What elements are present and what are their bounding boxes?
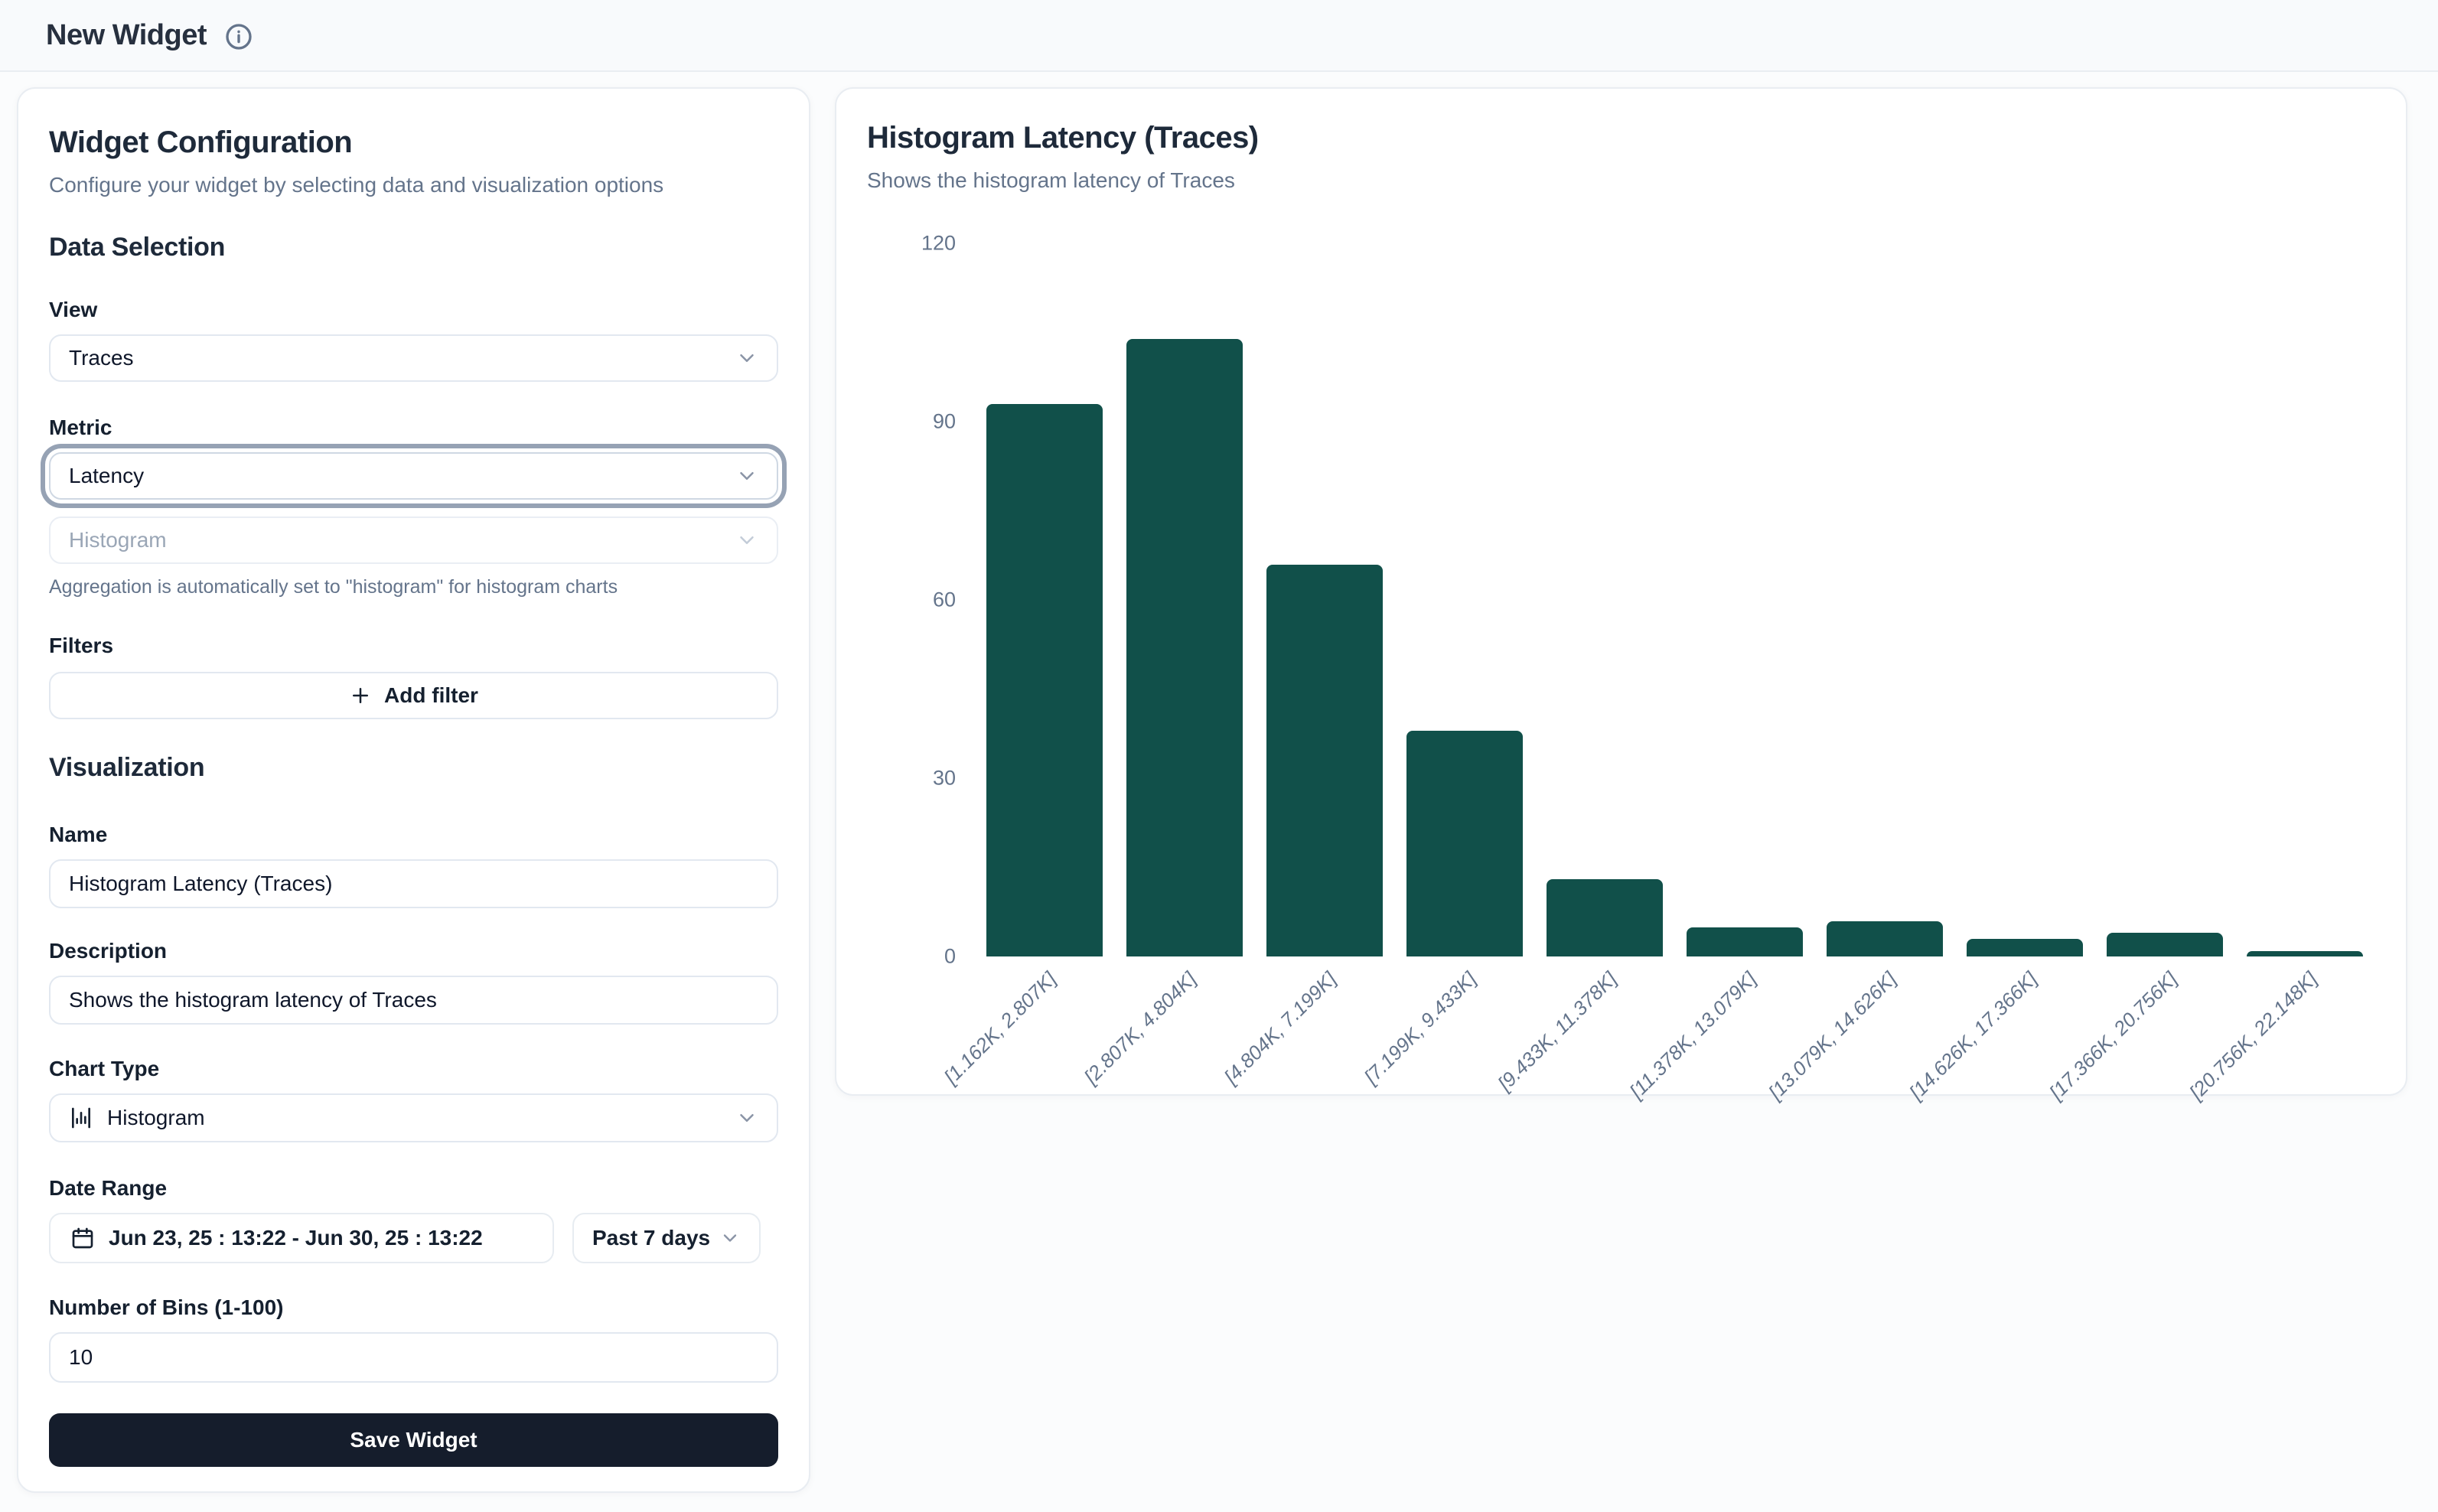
x-axis-labels: [1.162K, 2.807K][2.807K, 4.804K][4.804K,… <box>974 956 2375 1110</box>
histogram-plot: 0306090120 <box>974 243 2375 956</box>
visualization-heading: Visualization <box>49 753 778 783</box>
histogram-bar[interactable] <box>986 404 1103 956</box>
histogram-chart-icon <box>69 1106 93 1130</box>
name-input[interactable] <box>49 859 778 908</box>
x-axis-label-slot: [2.807K, 4.804K] <box>1114 956 1254 1110</box>
histogram-bar-slot <box>1815 243 1955 956</box>
aggregation-select: Histogram <box>49 516 778 564</box>
metric-label: Metric <box>49 415 778 440</box>
date-range-label: Date Range <box>49 1176 778 1201</box>
name-label: Name <box>49 823 778 847</box>
histogram-bar[interactable] <box>1547 879 1663 956</box>
x-axis-label-slot: [20.756K, 22.148K] <box>2235 956 2375 1110</box>
date-range-value: Jun 23, 25 : 13:22 - Jun 30, 25 : 13:22 <box>109 1226 483 1250</box>
histogram-chart: 0306090120 [1.162K, 2.807K][2.807K, 4.80… <box>882 243 2375 1110</box>
histogram-bar-slot <box>1955 243 2095 956</box>
y-axis-tick: 30 <box>933 767 956 790</box>
histogram-bar[interactable] <box>2107 933 2223 956</box>
x-axis-label: [1.162K, 2.807K] <box>940 967 1061 1089</box>
y-axis-tick: 0 <box>944 945 956 969</box>
data-selection-heading: Data Selection <box>49 233 778 262</box>
view-select-value: Traces <box>69 346 735 370</box>
histogram-bar[interactable] <box>1967 939 2083 956</box>
app-header: New Widget <box>0 0 2438 72</box>
chart-type-select[interactable]: Histogram <box>49 1093 778 1142</box>
chevron-down-icon <box>735 1106 758 1129</box>
date-preset-value: Past 7 days <box>592 1226 710 1250</box>
aggregation-select-value: Histogram <box>69 528 735 552</box>
filters-label: Filters <box>49 634 778 658</box>
histogram-bar-slot <box>1254 243 1394 956</box>
histogram-bar-slot <box>2095 243 2235 956</box>
histogram-bar[interactable] <box>1126 339 1243 957</box>
chevron-down-icon <box>719 1227 741 1249</box>
x-axis-label-slot: [4.804K, 7.199K] <box>1254 956 1394 1110</box>
chevron-down-icon <box>735 529 758 552</box>
y-axis-tick: 60 <box>933 588 956 612</box>
date-preset-button[interactable]: Past 7 days <box>572 1213 761 1263</box>
histogram-bar-slot <box>1534 243 1674 956</box>
plus-icon <box>349 684 372 707</box>
add-filter-label: Add filter <box>384 683 478 708</box>
metric-select[interactable]: Latency <box>49 452 778 500</box>
histogram-bar-slot <box>1674 243 1814 956</box>
metric-select-value: Latency <box>69 464 735 488</box>
aggregation-helper-text: Aggregation is automatically set to "his… <box>49 576 778 598</box>
widget-configuration-panel: Widget Configuration Configure your widg… <box>17 87 810 1493</box>
calendar-icon <box>70 1226 95 1250</box>
description-input[interactable] <box>49 976 778 1025</box>
chevron-down-icon <box>735 347 758 370</box>
bins-label: Number of Bins (1-100) <box>49 1295 778 1320</box>
histogram-bar[interactable] <box>1266 565 1383 957</box>
y-axis: 0306090120 <box>882 243 956 956</box>
page-title: New Widget <box>46 19 207 52</box>
chart-type-label: Chart Type <box>49 1057 778 1081</box>
x-axis-label-slot: [1.162K, 2.807K] <box>974 956 1114 1110</box>
config-title: Widget Configuration <box>49 124 778 161</box>
histogram-bar-slot <box>974 243 1114 956</box>
histogram-bar-slot <box>2235 243 2375 956</box>
chart-subtitle: Shows the histogram latency of Traces <box>867 167 2375 194</box>
chart-type-value-wrap: Histogram <box>69 1106 205 1130</box>
histogram-bar-slot <box>1114 243 1254 956</box>
view-select[interactable]: Traces <box>49 334 778 382</box>
histogram-bar[interactable] <box>1406 731 1523 956</box>
bins-input[interactable] <box>49 1332 778 1383</box>
histogram-bar[interactable] <box>2247 951 2363 957</box>
save-widget-button[interactable]: Save Widget <box>49 1413 778 1467</box>
add-filter-button[interactable]: Add filter <box>49 672 778 719</box>
y-axis-tick: 90 <box>933 410 956 434</box>
config-subtitle: Configure your widget by selecting data … <box>49 171 778 199</box>
info-icon[interactable] <box>223 21 254 52</box>
histogram-bar-slot <box>1394 243 1534 956</box>
histogram-bar[interactable] <box>1687 927 1803 957</box>
y-axis-tick: 120 <box>921 232 956 256</box>
date-range-button[interactable]: Jun 23, 25 : 13:22 - Jun 30, 25 : 13:22 <box>49 1213 554 1263</box>
description-label: Description <box>49 939 778 963</box>
chevron-down-icon <box>735 464 758 487</box>
histogram-bar[interactable] <box>1827 921 1943 957</box>
chart-type-select-value: Histogram <box>107 1106 205 1130</box>
view-label: View <box>49 298 778 322</box>
chart-title: Histogram Latency (Traces) <box>867 119 2375 156</box>
widget-preview-panel: Histogram Latency (Traces) Shows the his… <box>835 87 2407 1096</box>
